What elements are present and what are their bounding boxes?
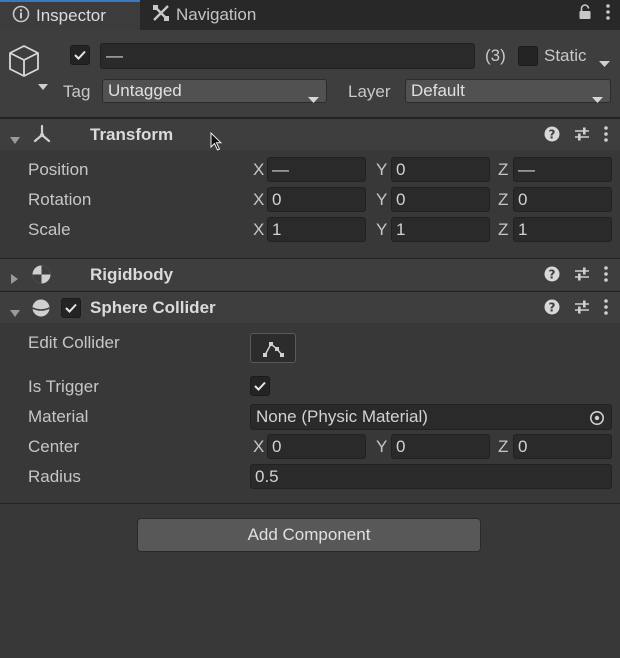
material-label: Material: [28, 407, 89, 426]
sphere-collider-icon: [31, 298, 51, 323]
svg-text:?: ?: [549, 268, 556, 282]
static-label[interactable]: Static: [544, 46, 587, 66]
axis-x-label[interactable]: X: [253, 220, 264, 240]
foldout-expanded-icon[interactable]: [10, 303, 20, 323]
radius-label: Radius: [28, 467, 81, 486]
help-icon[interactable]: ?: [544, 266, 560, 287]
tag-dropdown-value: Untagged: [108, 81, 182, 100]
center-label: Center: [28, 437, 80, 456]
edit-collider-button[interactable]: [250, 333, 296, 363]
rotation-y-field[interactable]: 0: [391, 187, 490, 212]
position-y-field[interactable]: 0: [391, 157, 490, 182]
position-z-field[interactable]: —: [513, 157, 612, 182]
tag-dropdown[interactable]: Untagged: [102, 79, 327, 103]
material-value: None (Physic Material): [256, 407, 428, 426]
edit-collider-icon: [262, 340, 286, 363]
static-checkbox[interactable]: [518, 46, 538, 66]
center-z-field[interactable]: 0: [513, 434, 612, 459]
info-icon: [12, 5, 30, 28]
axis-z-label[interactable]: Z: [498, 437, 508, 457]
mouse-cursor-icon: [210, 131, 223, 157]
rotation-x-field[interactable]: 0: [267, 187, 366, 212]
sphere-collider-title: Sphere Collider: [90, 298, 216, 317]
presets-sliders-icon[interactable]: [574, 299, 590, 320]
axis-y-label[interactable]: Y: [376, 190, 387, 210]
tab-navigation-label: Navigation: [176, 5, 257, 24]
axis-y-label[interactable]: Y: [376, 220, 387, 240]
edit-collider-label: Edit Collider: [28, 333, 120, 352]
chevron-down-icon[interactable]: [38, 76, 48, 96]
axis-z-label[interactable]: Z: [498, 220, 508, 240]
is-trigger-label: Is Trigger: [28, 377, 99, 396]
center-x-field[interactable]: 0: [267, 434, 366, 459]
svg-text:?: ?: [549, 301, 556, 315]
object-header: — (3) Static Tag Untagged Layer Default: [0, 30, 620, 118]
axis-x-label[interactable]: X: [253, 190, 264, 210]
transform-header[interactable]: Transform ?: [0, 118, 620, 150]
sphere-collider-header[interactable]: Sphere Collider ?: [0, 291, 620, 323]
object-name-field[interactable]: —: [100, 43, 475, 69]
gameobject-cube-icon[interactable]: [8, 44, 40, 83]
material-object-field[interactable]: None (Physic Material): [250, 404, 612, 430]
more-menu-icon[interactable]: [604, 299, 608, 320]
chevron-down-icon: [592, 88, 603, 110]
svg-text:?: ?: [549, 128, 556, 142]
presets-sliders-icon[interactable]: [574, 266, 590, 287]
selection-count: (3): [485, 46, 506, 65]
center-y-field[interactable]: 0: [391, 434, 490, 459]
object-picker-icon[interactable]: [589, 409, 605, 429]
rotation-label: Rotation: [28, 190, 92, 209]
axis-x-label[interactable]: X: [253, 437, 264, 457]
tab-bar: Inspector Navigation: [0, 0, 620, 30]
scale-x-field[interactable]: 1: [267, 217, 366, 242]
axis-y-label[interactable]: Y: [376, 437, 387, 457]
more-menu-icon[interactable]: [606, 4, 610, 25]
rigidbody-icon: [31, 264, 52, 290]
transform-icon: [32, 124, 52, 149]
sphere-collider-enabled-checkbox[interactable]: [61, 298, 81, 318]
scale-y-field[interactable]: 1: [391, 217, 490, 242]
layer-label: Layer: [348, 82, 391, 101]
position-x-field[interactable]: —: [267, 157, 366, 182]
axis-x-label[interactable]: X: [253, 160, 264, 180]
tab-inspector[interactable]: Inspector: [0, 0, 140, 30]
help-icon[interactable]: ?: [544, 126, 560, 147]
scale-z-field[interactable]: 1: [513, 217, 612, 242]
active-checkbox[interactable]: [70, 45, 90, 65]
foldout-expanded-icon[interactable]: [10, 130, 20, 150]
is-trigger-checkbox[interactable]: [250, 376, 270, 396]
scale-label: Scale: [28, 220, 71, 239]
help-icon[interactable]: ?: [544, 299, 560, 320]
rigidbody-title: Rigidbody: [90, 265, 174, 284]
layer-dropdown-value: Default: [411, 81, 465, 100]
navigation-icon: [152, 4, 170, 27]
radius-field[interactable]: 0.5: [250, 464, 612, 489]
lock-icon[interactable]: [578, 4, 592, 25]
more-menu-icon[interactable]: [604, 126, 608, 147]
static-dropdown-icon[interactable]: [599, 53, 610, 73]
position-label: Position: [28, 160, 89, 179]
axis-y-label[interactable]: Y: [376, 160, 387, 180]
axis-z-label[interactable]: Z: [498, 190, 508, 210]
layer-dropdown[interactable]: Default: [405, 79, 611, 103]
divider: [0, 503, 620, 504]
rigidbody-header[interactable]: Rigidbody ?: [0, 258, 620, 290]
chevron-down-icon: [308, 88, 319, 110]
tag-label: Tag: [63, 82, 91, 101]
tab-navigation[interactable]: Navigation: [152, 0, 256, 30]
axis-z-label[interactable]: Z: [498, 160, 508, 180]
add-component-button[interactable]: Add Component: [137, 518, 481, 552]
foldout-collapsed-icon[interactable]: [11, 269, 19, 289]
transform-title: Transform: [90, 125, 174, 144]
more-menu-icon[interactable]: [604, 266, 608, 287]
rotation-z-field[interactable]: 0: [513, 187, 612, 212]
tab-inspector-label: Inspector: [36, 6, 106, 25]
presets-sliders-icon[interactable]: [574, 126, 590, 147]
